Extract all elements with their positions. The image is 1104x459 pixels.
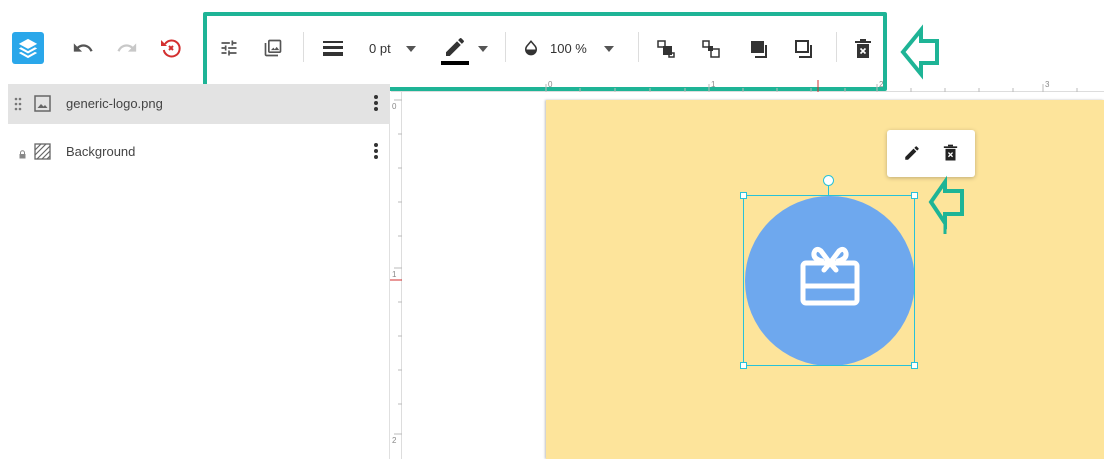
bring-forward-icon[interactable]: [655, 38, 677, 60]
bring-to-front-icon[interactable]: [748, 38, 770, 60]
layer-item-background[interactable]: Background: [8, 132, 390, 172]
layers-icon[interactable]: [12, 32, 44, 64]
chevron-down-icon: [477, 43, 489, 55]
arrow-left-icon: [928, 172, 966, 241]
element-action-popup: [887, 130, 975, 177]
chevron-down-icon: [405, 43, 417, 55]
lock-icon: [19, 146, 26, 164]
delete-icon[interactable]: [852, 37, 874, 61]
undo-icon[interactable]: [70, 36, 96, 60]
ruler-label: 0: [392, 102, 397, 111]
send-to-back-icon[interactable]: [793, 38, 815, 60]
layer-name: Background: [66, 144, 136, 159]
rotate-handle[interactable]: [823, 175, 834, 186]
more-vertical-icon[interactable]: [374, 143, 378, 164]
toolbar-divider: [505, 32, 506, 62]
delete-icon[interactable]: [943, 144, 958, 167]
toolbar-divider: [836, 32, 837, 62]
ruler-label: 2: [879, 80, 884, 89]
resize-handle-top-left[interactable]: [740, 192, 747, 199]
toolbar-divider: [638, 32, 639, 62]
more-vertical-icon[interactable]: [374, 95, 378, 116]
opacity-drop-icon: [521, 38, 541, 58]
ruler-vertical: 0 1 2: [390, 92, 402, 459]
chevron-down-icon: [603, 43, 615, 55]
pen-icon: [441, 34, 469, 60]
edit-icon[interactable]: [903, 144, 921, 167]
border-color-swatch: [441, 61, 469, 65]
toolbar: 0 pt 100 %: [0, 0, 1104, 91]
ruler-label: 3: [1045, 80, 1050, 89]
selection-box[interactable]: [743, 195, 915, 366]
reset-icon[interactable]: [157, 34, 185, 62]
arrow-left-icon: [899, 24, 941, 85]
layer-name: generic-logo.png: [66, 96, 163, 111]
layers-panel: generic-logo.png Background: [0, 84, 390, 459]
layer-item-logo[interactable]: generic-logo.png: [8, 84, 390, 124]
rotation-stem: [828, 186, 829, 196]
redo-icon[interactable]: [114, 36, 140, 60]
border-width-icon[interactable]: [320, 36, 346, 60]
background-pattern-icon: [34, 143, 51, 165]
toolbar-divider: [303, 32, 304, 62]
ruler-horizontal: 0 1 2 3: [391, 80, 1104, 92]
resize-handle-bottom-right[interactable]: [911, 362, 918, 369]
ruler-label: 1: [711, 80, 716, 89]
resize-handle-bottom-left[interactable]: [740, 362, 747, 369]
ruler-label: 1: [392, 270, 397, 279]
border-width-value: 0 pt: [369, 41, 391, 56]
editor-app: 0 pt 100 % generic-logo.png Background 0…: [0, 0, 1104, 459]
ruler-label: 0: [548, 80, 553, 89]
send-backward-icon[interactable]: [700, 38, 722, 60]
image-icon: [34, 95, 51, 117]
drag-handle-icon[interactable]: [14, 97, 22, 116]
resize-handle-top-right[interactable]: [911, 192, 918, 199]
opacity-value: 100 %: [550, 41, 587, 56]
sliders-icon[interactable]: [217, 36, 241, 60]
ruler-label: 2: [392, 436, 397, 445]
image-replace-icon[interactable]: [261, 36, 285, 60]
